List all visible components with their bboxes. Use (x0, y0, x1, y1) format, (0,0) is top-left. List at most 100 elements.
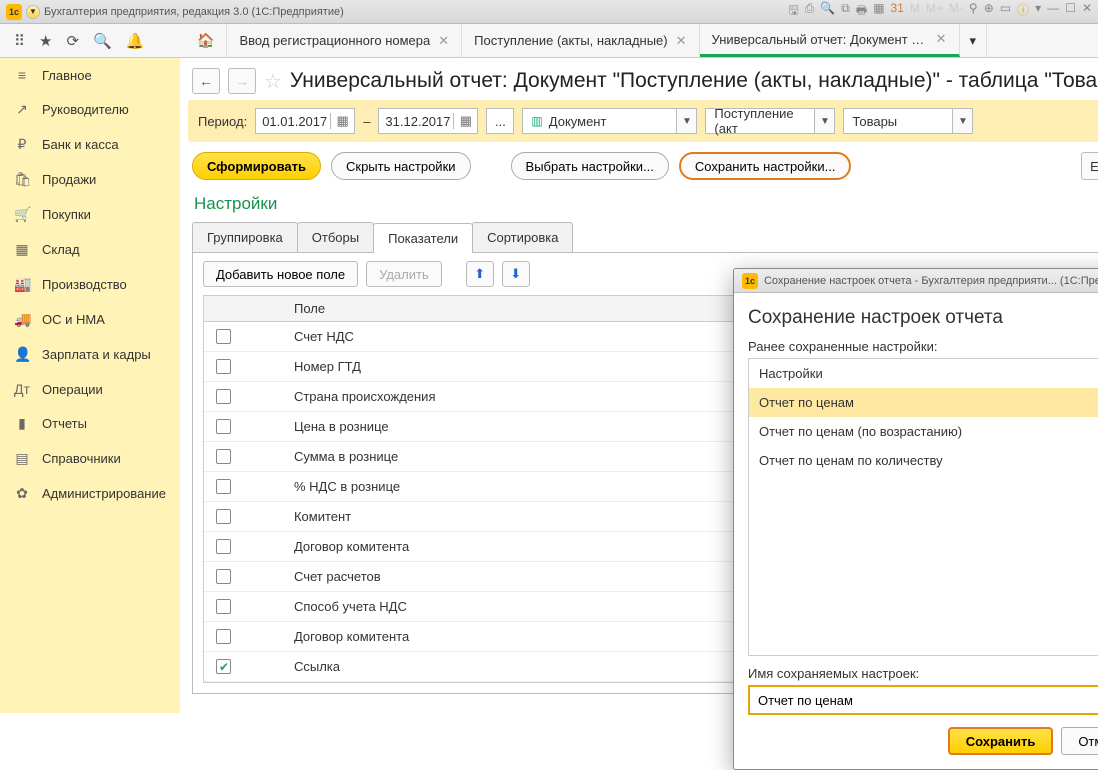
print2-icon[interactable]: 🖶 (856, 1, 867, 22)
row-checkbox[interactable] (216, 359, 231, 374)
save-icon[interactable]: 🖫 (789, 1, 799, 22)
chevron-down-icon[interactable]: ▼ (815, 108, 835, 134)
save-settings-button[interactable]: Сохранить настройки... (679, 152, 852, 180)
saved-list-item[interactable]: Отчет по ценам (по возрастанию) (749, 417, 1098, 446)
row-checkbox[interactable] (216, 329, 231, 344)
sidebar-item-0[interactable]: ≡Главное (0, 58, 180, 92)
close-icon[interactable]: ✕ (438, 33, 449, 49)
row-checkbox[interactable] (216, 509, 231, 524)
tb-chev-icon[interactable]: ▾ (1035, 1, 1041, 22)
chevron-down-icon[interactable]: ▼ (677, 108, 697, 134)
compare-icon[interactable]: ⧉ (841, 1, 850, 22)
calc-icon[interactable]: ▭ (1000, 1, 1011, 22)
settings-tab-3[interactable]: Сортировка (472, 222, 573, 252)
tab-0[interactable]: Ввод регистрационного номера ✕ (227, 24, 462, 57)
dialog-cancel-button[interactable]: Отмена (1061, 727, 1098, 755)
sidebar-item-12[interactable]: ✿Администрирование (0, 476, 180, 511)
chevron-down-icon[interactable]: ▼ (953, 108, 973, 134)
preview-icon[interactable]: 🔍 (820, 1, 835, 22)
source-select[interactable]: Поступление (акт ▼ (705, 108, 835, 134)
sidebar-item-label: Операции (42, 382, 103, 397)
prev-saved-label: Ранее сохраненные настройки: (748, 339, 1098, 354)
sidebar-item-label: Руководителю (42, 102, 129, 117)
date-from-input[interactable]: 01.01.2017 ▦ (255, 108, 355, 134)
saved-list-item[interactable]: Отчет по ценам по количеству (749, 446, 1098, 475)
calendar-icon[interactable]: ▦ (873, 1, 884, 22)
saved-list-item[interactable]: Настройки (749, 359, 1098, 388)
name-label: Имя сохраняемых настроек: (748, 666, 1098, 681)
more-button[interactable]: Еще▾ (1081, 152, 1098, 180)
close-window-icon[interactable]: ✕ (1082, 1, 1092, 22)
row-checkbox[interactable] (216, 419, 231, 434)
choose-settings-button[interactable]: Выбрать настройки... (511, 152, 669, 180)
row-checkbox[interactable] (216, 629, 231, 644)
settings-tab-2[interactable]: Показатели (373, 223, 473, 253)
zoom-out-icon[interactable]: ⚲ (969, 1, 978, 22)
minimize-icon[interactable]: — (1047, 1, 1059, 22)
calendar31-icon[interactable]: 31 (891, 1, 904, 22)
info-icon[interactable]: ⓘ (1017, 1, 1029, 22)
object-type-select[interactable]: ▥Документ ▼ (522, 108, 697, 134)
sidebar-item-3[interactable]: 🛍Продажи (0, 162, 180, 197)
dialog-titlebar[interactable]: 1c Сохранение настроек отчета - Бухгалте… (734, 269, 1098, 293)
save-settings-dialog: 1c Сохранение настроек отчета - Бухгалте… (733, 268, 1098, 770)
date-to-input[interactable]: 31.12.2017 ▦ (378, 108, 478, 134)
close-icon[interactable]: ✕ (936, 31, 947, 47)
sidebar-item-4[interactable]: 🛒 Покупки (0, 197, 180, 232)
table-select[interactable]: Товары ▼ (843, 108, 973, 134)
period-label: Период: (198, 114, 247, 129)
tab-home[interactable]: 🏠 (185, 24, 227, 57)
hide-settings-button[interactable]: Скрыть настройки (331, 152, 471, 180)
sidebar-item-11[interactable]: ▤Справочники (0, 441, 180, 476)
tab-2[interactable]: Универсальный отчет: Документ "Поступлен… (700, 24, 960, 57)
calendar-icon[interactable]: ▦ (330, 113, 354, 129)
settings-tab-0[interactable]: Группировка (192, 222, 298, 252)
favorite-icon[interactable]: ★ (39, 32, 52, 50)
row-checkbox[interactable] (216, 539, 231, 554)
nav-back-button[interactable]: ← (192, 68, 220, 94)
tab-1[interactable]: Поступление (акты, накладные) ✕ (462, 24, 699, 57)
sidebar-item-6[interactable]: 🏭Производство (0, 267, 180, 302)
sidebar-icon: 🛍 (14, 171, 30, 188)
history-icon[interactable]: ⟳ (66, 32, 79, 50)
sidebar-item-8[interactable]: 👤Зарплата и кадры (0, 337, 180, 372)
add-field-button[interactable]: Добавить новое поле (203, 261, 358, 287)
settings-name-input[interactable] (750, 687, 1098, 713)
notifications-icon[interactable]: 🔔 (126, 32, 145, 50)
row-checkbox[interactable] (216, 569, 231, 584)
dialog-save-button[interactable]: Сохранить (948, 727, 1054, 755)
row-checkbox[interactable] (216, 599, 231, 614)
search-icon[interactable]: 🔍 (93, 32, 112, 50)
period-picker-button[interactable]: ... (486, 108, 514, 134)
settings-tab-1[interactable]: Отборы (297, 222, 374, 252)
close-icon[interactable]: ✕ (676, 33, 687, 49)
delete-field-button: Удалить (366, 261, 442, 287)
row-checkbox[interactable] (216, 449, 231, 464)
sidebar-item-9[interactable]: ДтОперации (0, 372, 180, 406)
saved-list-item[interactable]: Отчет по ценам (749, 388, 1098, 417)
calendar-icon[interactable]: ▦ (453, 113, 477, 129)
form-button[interactable]: Сформировать (192, 152, 321, 180)
sidebar-item-7[interactable]: 🚚ОС и НМА (0, 302, 180, 337)
sidebar-icon: 🛒 (14, 206, 30, 223)
tab-overflow[interactable]: ▾ (960, 24, 988, 57)
row-checkbox[interactable] (216, 479, 231, 494)
maximize-icon[interactable]: ☐ (1065, 1, 1076, 22)
row-checkbox[interactable] (216, 389, 231, 404)
nav-fwd-button[interactable]: → (228, 68, 256, 94)
apps-icon[interactable]: ⠿ (14, 32, 25, 50)
sidebar-icon: 🚚 (14, 311, 30, 328)
app-menu-dropdown[interactable]: ▼ (26, 5, 40, 19)
row-checkbox[interactable]: ✔ (216, 659, 231, 674)
sidebar-item-label: Покупки (42, 207, 91, 222)
print-icon[interactable]: ⎙ (805, 1, 815, 22)
star-icon[interactable]: ☆ (264, 69, 282, 94)
sidebar-item-5[interactable]: ▦Склад (0, 232, 180, 267)
sidebar-item-2[interactable]: ₽Банк и касса (0, 127, 180, 162)
move-down-button[interactable]: ⬇ (502, 261, 530, 287)
sidebar-item-1[interactable]: ↗Руководителю (0, 92, 180, 127)
saved-settings-list[interactable]: НастройкиОтчет по ценамОтчет по ценам (п… (748, 358, 1098, 656)
move-up-button[interactable]: ⬆ (466, 261, 494, 287)
zoom-in-icon[interactable]: ⊕ (984, 1, 994, 22)
sidebar-item-10[interactable]: ▮Отчеты (0, 406, 180, 441)
